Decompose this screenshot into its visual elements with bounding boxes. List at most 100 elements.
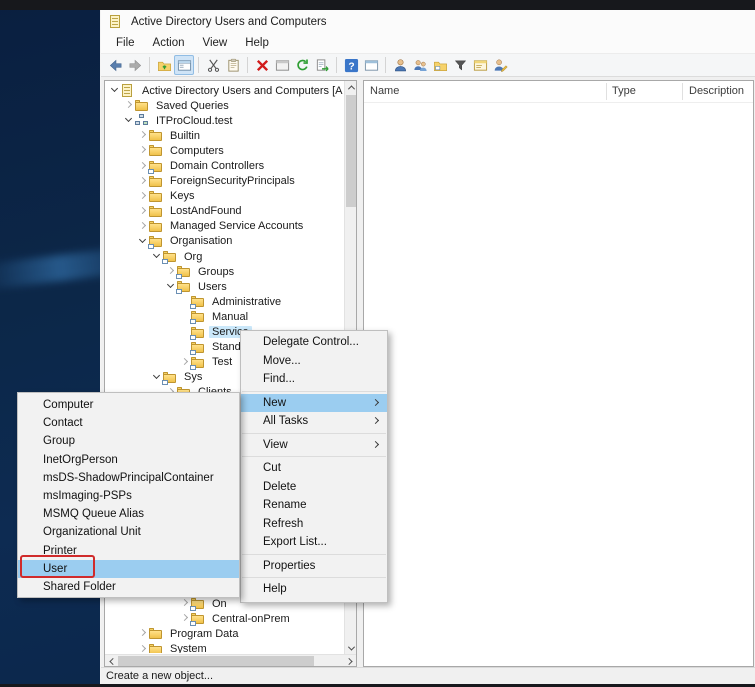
tree-item-lostandfound[interactable]: LostAndFound — [106, 204, 343, 219]
context-menu-item-move-[interactable]: Move... — [241, 352, 387, 371]
cut-icon[interactable] — [203, 55, 223, 75]
context-menu-item-refresh[interactable]: Refresh — [241, 515, 387, 534]
new-submenu-item-msimaging-psps[interactable]: msImaging-PSPs — [18, 487, 239, 505]
filter-icon[interactable] — [450, 55, 470, 75]
properties-sheet-icon[interactable] — [470, 55, 490, 75]
context-menu-item-help[interactable]: Help — [241, 580, 387, 599]
chevron-right-icon[interactable] — [138, 177, 147, 186]
new-group-icon[interactable] — [410, 55, 430, 75]
tree-item-computers[interactable]: Computers — [106, 143, 343, 158]
scroll-down-button[interactable] — [345, 642, 357, 654]
tree-item-groups[interactable]: Groups — [106, 264, 343, 279]
title-bar[interactable]: Active Directory Users and Computers — [101, 10, 755, 33]
chevron-right-icon[interactable] — [166, 267, 175, 276]
column-name[interactable]: Name — [370, 85, 399, 97]
tree-item-central-onprem[interactable]: Central-onPrem — [106, 611, 343, 626]
tree-item-system[interactable]: System — [106, 641, 343, 653]
context-menu-item-export-list-[interactable]: Export List... — [241, 533, 387, 552]
context-menu-item-new[interactable]: New — [241, 394, 387, 413]
column-divider[interactable] — [682, 83, 683, 100]
tree-item-organisation[interactable]: Organisation — [106, 234, 343, 249]
forward-icon[interactable] — [125, 55, 145, 75]
chevron-right-icon[interactable] — [138, 629, 147, 638]
menu-item-label: Contact — [43, 417, 83, 429]
context-menu-item-cut[interactable]: Cut — [241, 459, 387, 478]
chevron-right-icon[interactable] — [180, 599, 189, 608]
tree-item-administrative[interactable]: Administrative — [106, 294, 343, 309]
new-submenu-item-msmq-queue-alias[interactable]: MSMQ Queue Alias — [18, 505, 239, 523]
scroll-up-button[interactable] — [345, 81, 357, 93]
tree-item-manual[interactable]: Manual — [106, 309, 343, 324]
help-icon[interactable]: ? — [341, 55, 361, 75]
new-submenu-item-shared-folder[interactable]: Shared Folder — [18, 578, 239, 596]
new-submenu-item-inetorgperson[interactable]: InetOrgPerson — [18, 451, 239, 469]
new-submenu-item-computer[interactable]: Computer — [18, 396, 239, 414]
chevron-right-icon[interactable] — [138, 131, 147, 140]
menu-view[interactable]: View — [195, 35, 236, 51]
back-icon[interactable] — [105, 55, 125, 75]
tree-item-itprocloud-test[interactable]: ITProCloud.test — [106, 113, 343, 128]
context-menu-item-delete[interactable]: Delete — [241, 478, 387, 497]
tree-horizontal-scrollbar[interactable] — [105, 654, 356, 666]
chevron-down-icon[interactable] — [166, 282, 175, 291]
tree-item-foreignsecurityprincipals[interactable]: ForeignSecurityPrincipals — [106, 174, 343, 189]
chevron-right-icon[interactable] — [138, 222, 147, 231]
delete-icon[interactable] — [252, 55, 272, 75]
tree-item-keys[interactable]: Keys — [106, 189, 343, 204]
context-menu-item-find-[interactable]: Find... — [241, 370, 387, 389]
new-submenu-item-msds-shadowprincipalcontainer[interactable]: msDS-ShadowPrincipalContainer — [18, 469, 239, 487]
tree-item-program-data[interactable]: Program Data — [106, 626, 343, 641]
chevron-right-icon[interactable] — [138, 207, 147, 216]
chevron-right-icon[interactable] — [124, 101, 133, 110]
chevron-right-icon[interactable] — [180, 614, 189, 623]
refresh-icon[interactable] — [292, 55, 312, 75]
vertical-scroll-thumb[interactable] — [346, 95, 356, 207]
delegate-icon[interactable] — [490, 55, 510, 75]
tree-item-builtin[interactable]: Builtin — [106, 128, 343, 143]
tree-item-label: Users — [195, 281, 230, 293]
show-console-tree-icon[interactable] — [174, 55, 194, 75]
context-menu-item-all-tasks[interactable]: All Tasks — [241, 412, 387, 431]
chevron-right-icon[interactable] — [138, 192, 147, 201]
new-submenu-item-group[interactable]: Group — [18, 432, 239, 450]
window-icon[interactable] — [361, 55, 381, 75]
new-user-icon[interactable] — [390, 55, 410, 75]
chevron-down-icon[interactable] — [152, 252, 161, 261]
column-divider[interactable] — [606, 83, 607, 100]
export-list-icon[interactable] — [312, 55, 332, 75]
menu-action[interactable]: Action — [145, 35, 193, 51]
tree-item-saved-queries[interactable]: Saved Queries — [106, 98, 343, 113]
horizontal-scroll-thumb[interactable] — [118, 656, 314, 666]
tree-item-managed-service-accounts[interactable]: Managed Service Accounts — [106, 219, 343, 234]
context-menu-item-properties[interactable]: Properties — [241, 557, 387, 576]
chevron-right-icon[interactable] — [138, 645, 147, 653]
chevron-right-icon[interactable] — [180, 358, 189, 367]
column-type[interactable]: Type — [612, 85, 636, 97]
new-submenu-item-organizational-unit[interactable]: Organizational Unit — [18, 523, 239, 541]
context-menu-item-delegate-control-[interactable]: Delegate Control... — [241, 333, 387, 352]
chevron-down-icon[interactable] — [124, 116, 133, 125]
chevron-right-icon[interactable] — [138, 162, 147, 171]
new-ou-icon[interactable] — [430, 55, 450, 75]
folder-icon — [149, 643, 163, 653]
menu-help[interactable]: Help — [237, 35, 277, 51]
properties-window-icon[interactable] — [272, 55, 292, 75]
tree-item-active-directory-users-and-computers-ads[interactable]: Active Directory Users and Computers [AD… — [106, 83, 343, 98]
chevron-down-icon[interactable] — [110, 86, 119, 95]
scroll-left-button[interactable] — [105, 655, 117, 667]
menu-file[interactable]: File — [108, 35, 143, 51]
chevron-down-icon[interactable] — [152, 373, 161, 382]
column-description[interactable]: Description — [689, 85, 744, 97]
chevron-down-icon[interactable] — [138, 237, 147, 246]
chevron-right-icon[interactable] — [138, 146, 147, 155]
scroll-right-button[interactable] — [344, 655, 356, 667]
tree-item-label: Managed Service Accounts — [167, 220, 306, 232]
tree-item-org[interactable]: Org — [106, 249, 343, 264]
context-menu-item-rename[interactable]: Rename — [241, 496, 387, 515]
tree-item-users[interactable]: Users — [106, 279, 343, 294]
context-menu-item-view[interactable]: View — [241, 436, 387, 455]
paste-icon[interactable] — [223, 55, 243, 75]
up-one-level-icon[interactable] — [154, 55, 174, 75]
new-submenu-item-contact[interactable]: Contact — [18, 414, 239, 432]
tree-item-domain-controllers[interactable]: Domain Controllers — [106, 158, 343, 173]
